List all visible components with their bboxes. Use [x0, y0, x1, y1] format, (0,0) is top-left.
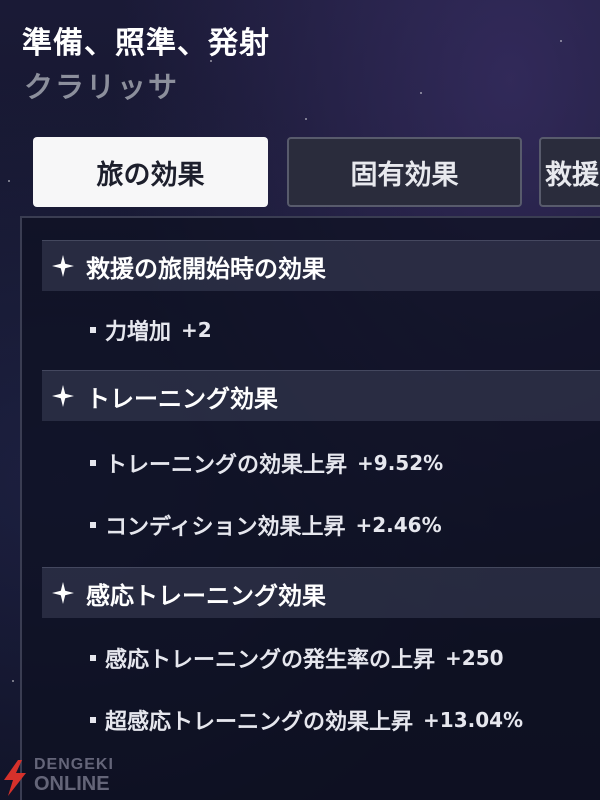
page-title: 準備、照準、発射: [22, 26, 270, 61]
list-item: 感応トレーニングの発生率の上昇 +250: [90, 642, 504, 674]
watermark-line1: DENGEKI: [34, 756, 114, 773]
effect-value: +2.46%: [355, 513, 442, 537]
bullet-icon: [90, 460, 96, 466]
list-item: 力増加 +2: [90, 314, 212, 346]
effect-name: 超感応トレーニングの効果上昇: [105, 710, 414, 735]
effect-value: +9.52%: [357, 451, 444, 475]
section-header-rescue-start: 救援の旅開始時の効果: [42, 240, 600, 291]
effect-name: 感応トレーニングの発生率の上昇: [105, 648, 436, 673]
list-item: 超感応トレーニングの効果上昇 +13.04%: [90, 704, 523, 736]
bullet-icon: [90, 655, 96, 661]
sparkle-icon: [52, 255, 74, 277]
watermark-line2: ONLINE: [34, 773, 110, 795]
effect-name: コンディション効果上昇: [105, 515, 346, 540]
star-decoration: [420, 92, 422, 94]
effect-value: +13.04%: [423, 708, 524, 732]
star-decoration: [560, 40, 562, 42]
dengeki-online-watermark: DENGEKI ONLINE: [0, 754, 130, 800]
list-item: コンディション効果上昇 +2.46%: [90, 509, 442, 541]
star-decoration: [12, 680, 14, 682]
list-item: トレーニングの効果上昇 +9.52%: [90, 447, 443, 479]
bullet-icon: [90, 522, 96, 528]
tab-unique-effects[interactable]: 固有効果: [287, 137, 522, 207]
character-name: クラリッサ: [24, 70, 180, 104]
screen: 準備、照準、発射 クラリッサ 旅の効果 固有効果 救援 救援の旅開始時の効果 力…: [0, 0, 600, 800]
section-label: 感応トレーニング効果: [86, 581, 326, 610]
star-decoration: [305, 118, 307, 120]
sparkle-icon: [52, 582, 74, 604]
section-label: トレーニング効果: [86, 384, 278, 413]
section-header-training: トレーニング効果: [42, 370, 600, 421]
lightning-logo-icon: [4, 760, 26, 796]
tab-bar: 旅の効果 固有効果 救援: [33, 137, 600, 209]
star-decoration: [8, 180, 10, 182]
bullet-icon: [90, 327, 96, 333]
tab-rescue[interactable]: 救援: [539, 137, 600, 207]
effect-value: +2: [181, 318, 212, 342]
sparkle-icon: [52, 385, 74, 407]
section-label: 救援の旅開始時の効果: [86, 254, 326, 283]
effect-name: トレーニングの効果上昇: [105, 453, 348, 478]
bullet-icon: [90, 717, 96, 723]
effect-name: 力増加: [105, 320, 172, 345]
section-header-sensitive-training: 感応トレーニング効果: [42, 567, 600, 618]
tab-journey-effects[interactable]: 旅の効果: [33, 137, 268, 207]
effect-value: +250: [445, 646, 504, 670]
